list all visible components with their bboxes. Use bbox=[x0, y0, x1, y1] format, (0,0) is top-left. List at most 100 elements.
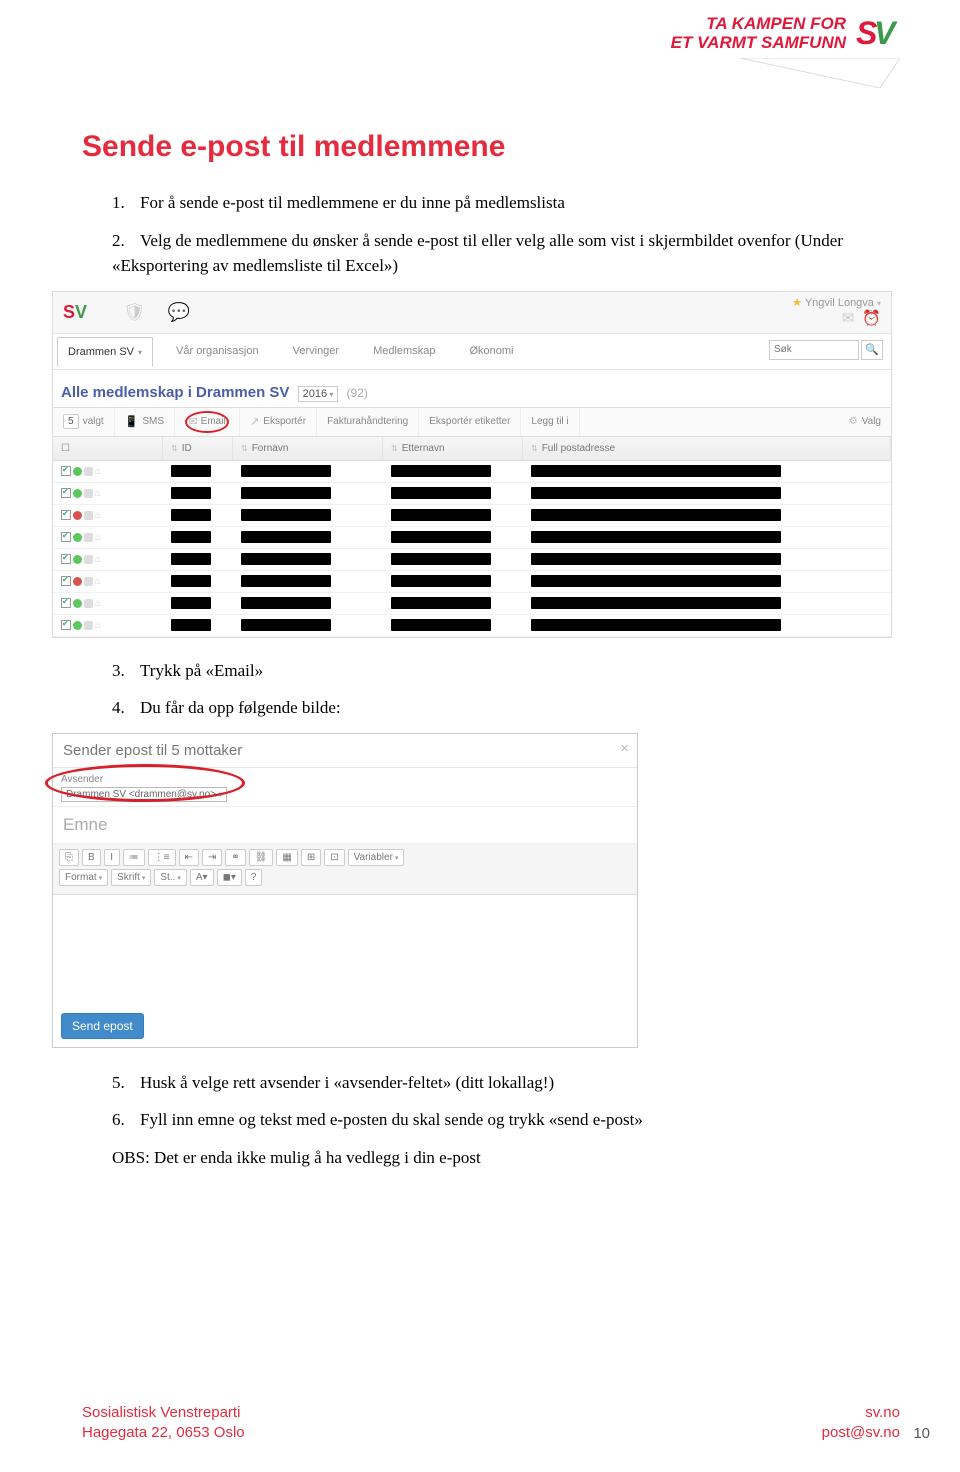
trash-icon[interactable]: ⌂ bbox=[95, 466, 100, 476]
checkbox-icon[interactable] bbox=[61, 554, 71, 564]
status-dot-icon bbox=[73, 621, 82, 630]
send-button[interactable]: Send epost bbox=[61, 1013, 144, 1039]
checkbox-icon[interactable] bbox=[61, 488, 71, 498]
redacted bbox=[171, 487, 211, 499]
topbar-user: ★ Yngvil Longva ▾ ✉⏰ bbox=[792, 296, 881, 327]
export-icon: ↗ bbox=[250, 415, 259, 428]
checkbox-icon[interactable] bbox=[61, 620, 71, 630]
subject-field[interactable]: Emne bbox=[53, 806, 637, 844]
text-color-button[interactable]: A▾ bbox=[190, 869, 214, 886]
redacted bbox=[241, 531, 331, 543]
rt-button-2[interactable]: I bbox=[104, 849, 120, 866]
nav-tab-drammen[interactable]: Drammen SV bbox=[57, 337, 153, 367]
checkbox-icon[interactable] bbox=[61, 532, 71, 542]
th-addr[interactable]: ⇅Full postadresse bbox=[523, 437, 891, 460]
table-row[interactable]: ⌂ bbox=[53, 615, 891, 637]
nav-tab-okonomi[interactable]: Økonomi bbox=[458, 336, 524, 366]
chat-icon[interactable]: 💬 bbox=[168, 302, 190, 323]
nav-tab-vervinger[interactable]: Vervinger bbox=[282, 336, 350, 366]
toolbar-addto[interactable]: Legg til i bbox=[521, 408, 579, 436]
trash-icon[interactable]: ⌂ bbox=[95, 510, 100, 520]
rt-button-5[interactable]: ⇤ bbox=[179, 849, 199, 866]
slogan: TA KAMPEN FOR ET VARMT SAMFUNN bbox=[671, 15, 846, 52]
table-row[interactable]: ⌂ bbox=[53, 527, 891, 549]
checkbox-icon[interactable] bbox=[61, 576, 71, 586]
compose-body[interactable] bbox=[53, 895, 637, 1005]
rt-button-8[interactable]: ⛓ bbox=[249, 849, 274, 866]
toolbar-export-labels[interactable]: Eksportér etiketter bbox=[419, 408, 521, 436]
search-icon[interactable]: 🔍 bbox=[861, 340, 883, 360]
card-icon bbox=[84, 555, 93, 564]
rt-button-6[interactable]: ⇥ bbox=[202, 849, 222, 866]
th-etternavn[interactable]: ⇅Etternavn bbox=[383, 437, 523, 460]
font-dropdown[interactable]: Skrift bbox=[111, 869, 151, 886]
sender-dropdown[interactable]: Drammen SV <drammen@sv.no> bbox=[61, 787, 227, 802]
user-name[interactable]: Yngvil Longva bbox=[805, 297, 874, 309]
th-id[interactable]: ⇅ID bbox=[163, 437, 233, 460]
steps-list-2: 3.Trykk på «Email» 4.Du får da opp følge… bbox=[82, 658, 882, 721]
checkbox-icon[interactable] bbox=[61, 598, 71, 608]
help-button[interactable]: ? bbox=[245, 869, 263, 886]
sort-icon: ⇅ bbox=[241, 444, 248, 453]
card-icon bbox=[84, 533, 93, 542]
trash-icon[interactable]: ⌂ bbox=[95, 598, 100, 608]
checkbox-icon[interactable] bbox=[61, 510, 71, 520]
compose-title: Sender epost til 5 mottaker × bbox=[53, 734, 637, 768]
list-title: Alle medlemskap i Drammen SV 2016 (92) bbox=[53, 370, 891, 407]
clock-icon[interactable]: ⏰ bbox=[862, 310, 881, 327]
close-icon[interactable]: × bbox=[620, 740, 629, 757]
rt-button-3[interactable]: ≔ bbox=[123, 849, 145, 866]
year-dropdown[interactable]: 2016 bbox=[298, 386, 339, 402]
rt-button-7[interactable]: ⚭ bbox=[225, 849, 245, 866]
trash-icon[interactable]: ⌂ bbox=[95, 488, 100, 498]
rt-button-10[interactable]: ⊞ bbox=[301, 849, 321, 866]
status-dot-icon bbox=[73, 555, 82, 564]
toolbar-export[interactable]: ↗Eksportér bbox=[240, 408, 317, 436]
redacted bbox=[171, 619, 211, 631]
table-row[interactable]: ⌂ bbox=[53, 483, 891, 505]
table-row[interactable]: ⌂ bbox=[53, 505, 891, 527]
toolbar-invoice[interactable]: Fakturahåndtering bbox=[317, 408, 419, 436]
card-icon bbox=[84, 489, 93, 498]
toolbar-sms[interactable]: 📱SMS bbox=[115, 408, 175, 436]
redacted bbox=[531, 553, 781, 565]
rt-button-4[interactable]: ⋮≡ bbox=[148, 849, 176, 866]
th-fornavn[interactable]: ⇅Fornavn bbox=[233, 437, 383, 460]
rt-button-0[interactable]: ⎘ bbox=[59, 849, 79, 866]
redacted bbox=[241, 553, 331, 565]
table-row[interactable]: ⌂ bbox=[53, 593, 891, 615]
redacted bbox=[391, 465, 491, 477]
trash-icon[interactable]: ⌂ bbox=[95, 532, 100, 542]
th-select[interactable]: ☐ bbox=[53, 437, 163, 460]
redacted bbox=[391, 487, 491, 499]
variables-dropdown[interactable]: Variabler bbox=[348, 849, 405, 866]
table-row[interactable]: ⌂ bbox=[53, 549, 891, 571]
table-row[interactable]: ⌂ bbox=[53, 571, 891, 593]
bg-color-button[interactable]: ◼▾ bbox=[217, 869, 242, 886]
rt-button-1[interactable]: B bbox=[82, 849, 101, 866]
sort-icon: ⇅ bbox=[531, 444, 538, 453]
shield-icon[interactable]: 🛡 bbox=[123, 302, 146, 323]
trash-icon[interactable]: ⌂ bbox=[95, 576, 100, 586]
size-dropdown[interactable]: St.. bbox=[154, 869, 186, 886]
status-dot-icon bbox=[73, 599, 82, 608]
redacted bbox=[171, 531, 211, 543]
toolbar-options[interactable]: ⚙ Valg bbox=[839, 408, 891, 436]
redacted bbox=[171, 597, 211, 609]
slogan-line1: TA KAMPEN FOR bbox=[671, 15, 846, 34]
chevron-down-icon[interactable]: ▾ bbox=[877, 299, 881, 308]
nav-tab-medlemskap[interactable]: Medlemskap bbox=[362, 336, 446, 366]
format-dropdown[interactable]: Format bbox=[59, 869, 108, 886]
nav-tab-org[interactable]: Vår organisasjon bbox=[165, 336, 270, 366]
search-input[interactable] bbox=[769, 340, 859, 360]
toolbar-email[interactable]: ✉Email bbox=[175, 408, 240, 436]
checkbox-icon[interactable] bbox=[61, 466, 71, 476]
rt-button-9[interactable]: ▦ bbox=[276, 849, 297, 866]
table-row[interactable]: ⌂ bbox=[53, 461, 891, 483]
redacted bbox=[391, 575, 491, 587]
status-dot-icon bbox=[73, 533, 82, 542]
mail-icon[interactable]: ✉ bbox=[842, 310, 855, 327]
trash-icon[interactable]: ⌂ bbox=[95, 554, 100, 564]
trash-icon[interactable]: ⌂ bbox=[95, 620, 100, 630]
rt-button-11[interactable]: ⊡ bbox=[324, 849, 344, 866]
